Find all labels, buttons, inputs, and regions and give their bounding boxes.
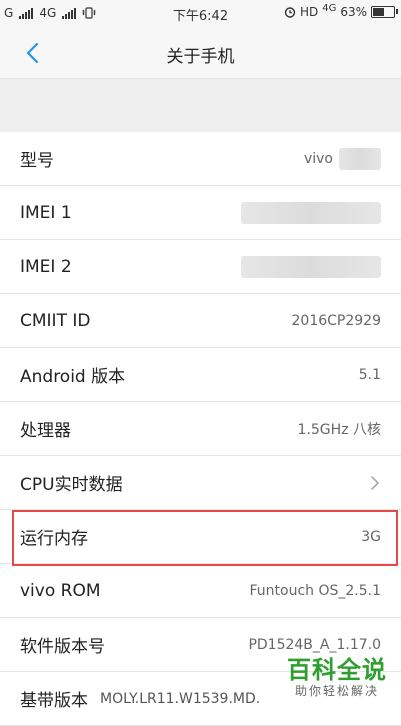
battery-percent: 63% (340, 5, 367, 19)
row-value: Funtouch OS_2.5.1 (249, 582, 381, 599)
row-label: 型号 (20, 151, 54, 171)
settings-list: 型号 vivo IMEI 1 IMEI 2 CMIIT ID 2016CP292… (0, 132, 401, 726)
row-value: 1.5GHz 八核 (297, 421, 381, 438)
hd-label: HD (299, 5, 319, 19)
battery-icon (371, 6, 398, 18)
row-value: 5.1 (358, 366, 381, 383)
alarm-icon (284, 7, 296, 18)
row-imei2[interactable]: IMEI 2 (0, 240, 401, 294)
row-value: 2016CP2929 (291, 312, 381, 329)
row-value: MOLY.LR11.W1539.MD. (100, 690, 261, 707)
status-right: HD 4G 63% (284, 2, 398, 19)
row-value: vivo (303, 150, 333, 167)
chevron-right-icon (371, 475, 379, 490)
row-processor[interactable]: 处理器 1.5GHz 八核 (0, 402, 401, 456)
row-label: IMEI 1 (20, 202, 72, 223)
watermark-title: 百科全说 (287, 656, 387, 684)
nav-bar: 关于手机 (0, 28, 401, 79)
row-label: 处理器 (20, 421, 71, 441)
row-model[interactable]: 型号 vivo (0, 132, 401, 186)
row-label: CMIIT ID (20, 310, 91, 331)
row-label: CPU实时数据 (20, 475, 123, 495)
row-ram[interactable]: 运行内存 3G (0, 510, 401, 564)
row-label: 软件版本号 (20, 637, 105, 657)
redacted-block (241, 201, 381, 224)
row-value: PD1524B_A_1.17.0 (248, 636, 381, 653)
status-bar: G 4G 下午6:42 HD 4G 63% (0, 0, 401, 28)
row-imei1[interactable]: IMEI 1 (0, 186, 401, 240)
row-cpu-realtime[interactable]: CPU实时数据 (0, 456, 401, 510)
row-value-wrap: vivo (303, 147, 381, 170)
row-label: 运行内存 (20, 529, 88, 549)
row-label: Android 版本 (20, 367, 126, 387)
watermark-subtitle: 助你轻松解决 (294, 684, 379, 698)
row-cmiit-id[interactable]: CMIIT ID 2016CP2929 (0, 294, 401, 348)
net-type-label: 4G (322, 2, 337, 14)
redacted-block (241, 255, 381, 278)
redacted-block (339, 147, 381, 170)
row-value: 3G (361, 528, 381, 545)
page-title: 关于手机 (166, 47, 235, 67)
row-vivo-rom[interactable]: vivo ROM Funtouch OS_2.5.1 (0, 564, 401, 618)
row-android-version[interactable]: Android 版本 5.1 (0, 348, 401, 402)
row-label: 基带版本 (20, 691, 88, 711)
row-label: vivo ROM (20, 580, 101, 601)
watermark-logo: 百科全说 助你轻松解决 (287, 656, 387, 698)
row-label: IMEI 2 (20, 256, 72, 277)
